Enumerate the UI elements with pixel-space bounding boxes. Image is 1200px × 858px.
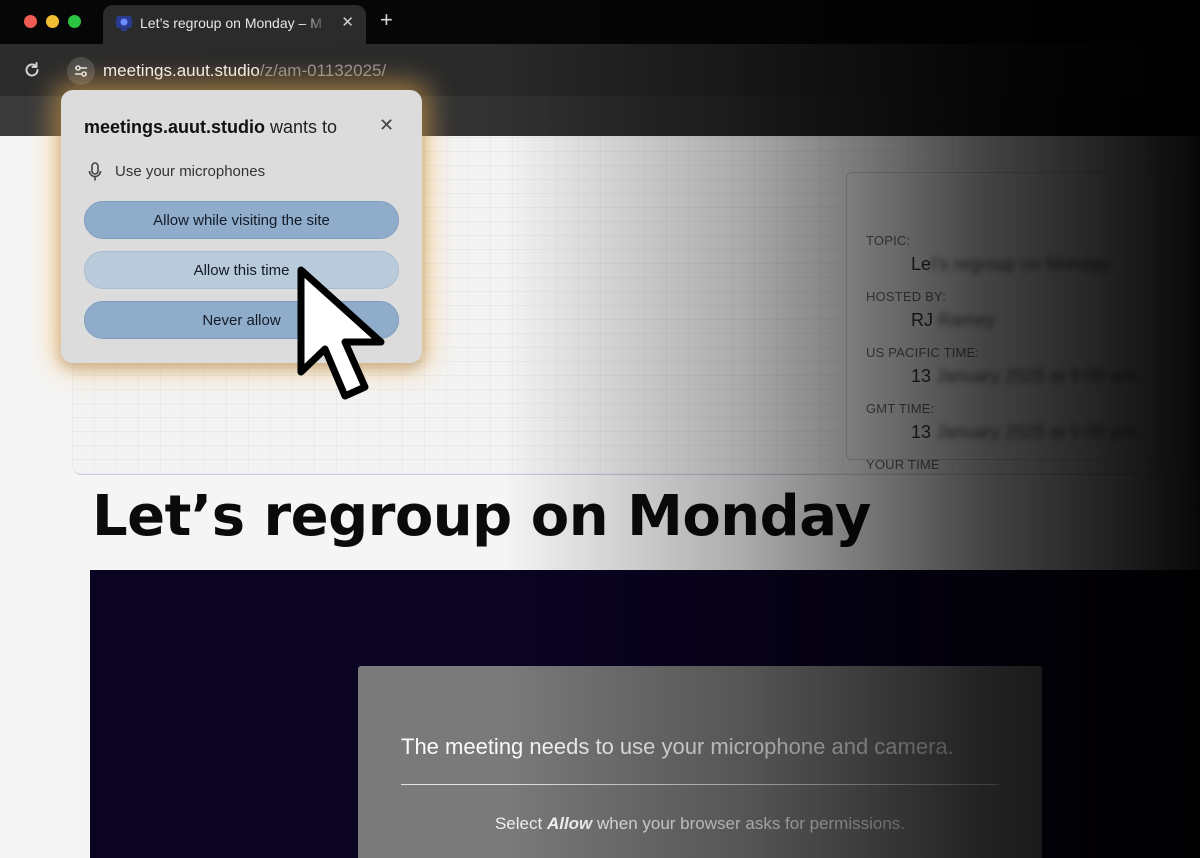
permission-item-microphone: Use your microphones bbox=[115, 163, 266, 180]
divider bbox=[401, 784, 999, 785]
topic-value: Let's regroup on Monday bbox=[911, 254, 1110, 274]
pacific-time-value: 13 January 2025 at 9:00 am bbox=[911, 366, 1136, 386]
permission-notice-panel: The meeting needs to use your microphone… bbox=[358, 666, 1042, 858]
permission-message: The meeting needs to use your microphone… bbox=[401, 734, 954, 759]
tab-title: Let’s regroup on Monday – M bbox=[140, 15, 322, 31]
allow-while-visiting-button[interactable]: Allow while visiting the site bbox=[84, 201, 399, 239]
address-bar[interactable]: meetings.auut.studio/z/am-01132025/ bbox=[103, 61, 386, 81]
browser-titlebar: Let’s regroup on Monday – M ✕ + bbox=[0, 0, 1200, 44]
site-settings-button[interactable] bbox=[67, 57, 95, 85]
tab-close-icon[interactable]: ✕ bbox=[341, 13, 354, 31]
page-title: Let’s regroup on Monday bbox=[92, 484, 871, 549]
your-time-label: YOUR TIME bbox=[866, 457, 940, 472]
video-area: The meeting needs to use your microphone… bbox=[90, 570, 1200, 858]
new-tab-button[interactable]: + bbox=[380, 8, 393, 32]
pacific-time-label: US PACIFIC TIME: bbox=[866, 345, 980, 360]
reload-icon[interactable] bbox=[22, 60, 42, 80]
popup-title: meetings.auut.studio wants to bbox=[84, 117, 338, 137]
site-favicon-icon bbox=[116, 16, 132, 31]
gmt-time-label: GMT TIME: bbox=[866, 401, 935, 416]
topic-label: TOPIC: bbox=[866, 233, 911, 248]
host-value: RJ Ramey bbox=[911, 310, 996, 330]
window-zoom-button[interactable] bbox=[68, 15, 81, 28]
url-host: meetings.auut.studio bbox=[103, 61, 260, 80]
meeting-info-card: TOPIC: Let's regroup on Monday HOSTED BY… bbox=[846, 172, 1200, 472]
host-label: HOSTED BY: bbox=[866, 289, 947, 304]
popup-close-icon[interactable]: ✕ bbox=[379, 115, 394, 136]
mouse-pointer-icon bbox=[297, 266, 385, 400]
gmt-time-value: 13 January 2025 at 5:00 pm bbox=[911, 422, 1136, 442]
microphone-icon bbox=[88, 162, 102, 181]
window-minimize-button[interactable] bbox=[46, 15, 59, 28]
window-close-button[interactable] bbox=[24, 15, 37, 28]
active-tab[interactable]: Let’s regroup on Monday – M ✕ bbox=[103, 5, 366, 44]
browser-toolbar: meetings.auut.studio/z/am-01132025/ bbox=[0, 44, 1200, 96]
permission-hint: Select Allow when your browser asks for … bbox=[494, 814, 906, 833]
url-path: /z/am-01132025/ bbox=[259, 61, 387, 80]
tune-icon bbox=[75, 65, 87, 77]
